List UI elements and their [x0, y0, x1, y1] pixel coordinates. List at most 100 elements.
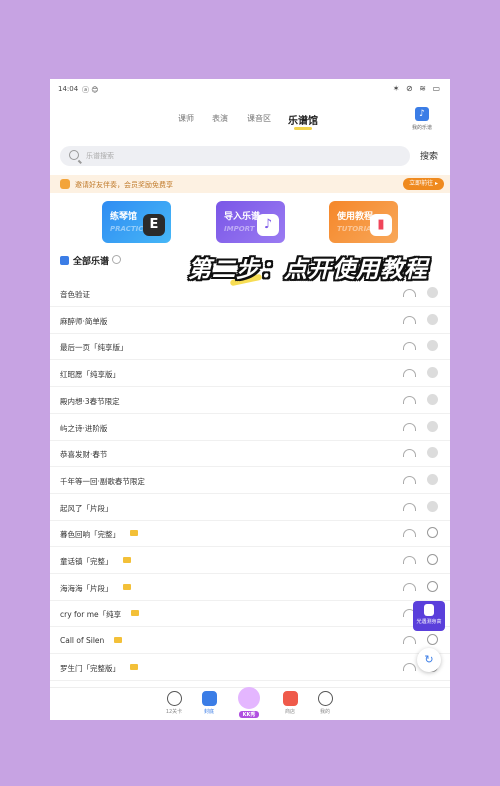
download-icon[interactable]: [427, 554, 438, 565]
list-item[interactable]: 恭喜发财·春节: [50, 439, 450, 468]
list-item[interactable]: 麻醉师·简单版: [50, 306, 450, 334]
check-icon[interactable]: [427, 367, 438, 379]
status-extra: ⓐ 😊: [82, 86, 99, 94]
download-icon[interactable]: [427, 634, 438, 646]
search-button[interactable]: 搜索: [420, 149, 438, 162]
import-icon: ♪: [257, 214, 279, 236]
nav-label: KK秀: [238, 711, 260, 718]
notice-text: 邀请好友伴奏，会员奖励免费享: [75, 181, 173, 189]
height-test-float-button[interactable]: 光遇测身高: [413, 601, 445, 631]
headphone-icon[interactable]: [403, 582, 416, 591]
notice-banner: 邀请好友伴奏，会员奖励免费享 立即前往 ▸: [50, 175, 450, 193]
nav-kk-show[interactable]: KK秀: [229, 687, 269, 718]
practice-icon: E: [143, 214, 165, 236]
list-item[interactable]: Call of Silen: [50, 626, 450, 655]
list-item[interactable]: 暮色回响「完整」: [50, 519, 450, 548]
check-icon[interactable]: [427, 500, 438, 512]
avatar-icon: [238, 687, 260, 709]
search-icon: [69, 150, 79, 160]
crown-icon: [123, 583, 131, 590]
card-tutorial[interactable]: 使用教程 TUTORIAL ▮: [329, 201, 398, 243]
list-item[interactable]: 殿内想·3春节限定: [50, 386, 450, 414]
song-title: 屿之诗·进阶版: [60, 423, 108, 433]
crown-icon: [114, 637, 122, 644]
list-item[interactable]: 起风了「片段」: [50, 493, 450, 521]
status-bar: 14:04 ⓐ 😊 ✶ ⊘ ≋ ▭: [50, 79, 450, 101]
crown-icon: [130, 663, 138, 670]
song-title: 音色验证: [60, 290, 90, 299]
nav-label: 商店: [284, 709, 295, 715]
headphone-icon[interactable]: [403, 449, 416, 458]
status-time: 14:04: [58, 85, 79, 93]
tab-perform[interactable]: 表演: [212, 113, 228, 124]
nav-me[interactable]: 我的: [305, 691, 345, 715]
song-title: 最后一页「纯享版」: [60, 343, 128, 353]
nav-sheets[interactable]: 封底: [189, 691, 229, 715]
headphone-icon[interactable]: [403, 556, 416, 564]
card-title: 导入乐谱: [224, 212, 261, 222]
headphone-icon[interactable]: [403, 395, 416, 404]
headphone-icon[interactable]: [403, 369, 416, 378]
tab-sheet-library[interactable]: 乐谱馆: [288, 112, 318, 130]
refresh-icon: ↻: [424, 653, 434, 666]
headphone-icon[interactable]: [403, 636, 416, 645]
flask-icon: [201, 691, 217, 706]
book-icon: ▮: [370, 214, 392, 236]
card-subtitle: IMPORT: [224, 225, 255, 233]
check-icon[interactable]: [427, 340, 438, 352]
check-icon[interactable]: [427, 313, 438, 325]
song-title: 麻醉师·简单版: [60, 316, 108, 326]
headphone-icon[interactable]: [403, 662, 416, 671]
crown-icon: [130, 530, 138, 537]
music-note-icon: ♪: [415, 107, 429, 121]
song-title: 罗生门「完整版」: [60, 663, 120, 673]
section-title-text: 全部乐谱: [73, 257, 110, 267]
headphone-icon[interactable]: [403, 289, 416, 297]
refresh-float-button[interactable]: ↻: [417, 648, 441, 672]
step-overlay-text: 第二步：点开使用教程: [188, 257, 428, 283]
my-sheets-label: 我的乐谱: [411, 125, 432, 131]
list-item[interactable]: cry for me「纯享: [50, 599, 450, 628]
song-title: 殿内想·3春节限定: [60, 396, 120, 406]
song-title: 童话镇「完整」: [60, 557, 113, 566]
headphone-icon[interactable]: [403, 315, 416, 324]
headphone-icon[interactable]: [403, 502, 416, 511]
song-title: 海海海「片段」: [60, 583, 113, 593]
headphone-icon[interactable]: [403, 529, 416, 538]
download-icon[interactable]: [427, 580, 438, 592]
list-item[interactable]: 红昭愿「纯享版」: [50, 359, 450, 388]
card-practice-room[interactable]: 练琴馆 PRACTICE E: [102, 201, 171, 243]
headphone-icon[interactable]: [403, 422, 416, 431]
list-item[interactable]: 罗生门「完整版」: [50, 653, 450, 681]
download-icon[interactable]: [427, 527, 438, 539]
check-icon[interactable]: [427, 287, 438, 298]
nav-shop[interactable]: 商店: [270, 691, 310, 715]
card-import-sheet[interactable]: 导入乐谱 IMPORT ♪: [216, 201, 285, 243]
check-icon[interactable]: [427, 447, 438, 459]
card-title: 使用教程: [337, 212, 374, 222]
notice-go-button[interactable]: 立即前往 ▸: [403, 178, 444, 190]
check-icon[interactable]: [427, 473, 438, 485]
tab-teacher[interactable]: 课师: [178, 113, 194, 124]
song-title: 暮色回响「完整」: [60, 530, 120, 540]
list-item[interactable]: 最后一页「纯享版」: [50, 332, 450, 361]
headphone-icon[interactable]: [403, 342, 416, 351]
info-icon[interactable]: [112, 255, 122, 264]
list-item[interactable]: 千年等一回·副歌春节限定: [50, 466, 450, 494]
nav-levels[interactable]: 12关卡: [154, 691, 194, 715]
list-item[interactable]: 屿之诗·进阶版: [50, 413, 450, 441]
tab-music-zone[interactable]: 课音区: [247, 113, 271, 124]
list-item[interactable]: 海海海「片段」: [50, 573, 450, 601]
search-input[interactable]: 乐谱搜索: [60, 146, 410, 166]
check-icon[interactable]: [427, 420, 438, 432]
person-icon: [424, 604, 434, 616]
section-title: 全部乐谱: [60, 254, 122, 267]
song-title: Call of Silen: [60, 636, 105, 646]
song-title: 红昭愿「纯享版」: [60, 370, 120, 380]
headphone-icon[interactable]: [403, 475, 416, 484]
crown-icon: [131, 610, 139, 617]
crown-icon: [123, 557, 131, 563]
my-sheets-button[interactable]: ♪ 我的乐谱: [406, 107, 438, 131]
list-item[interactable]: 童话镇「完整」: [50, 546, 450, 574]
check-icon[interactable]: [427, 393, 438, 405]
